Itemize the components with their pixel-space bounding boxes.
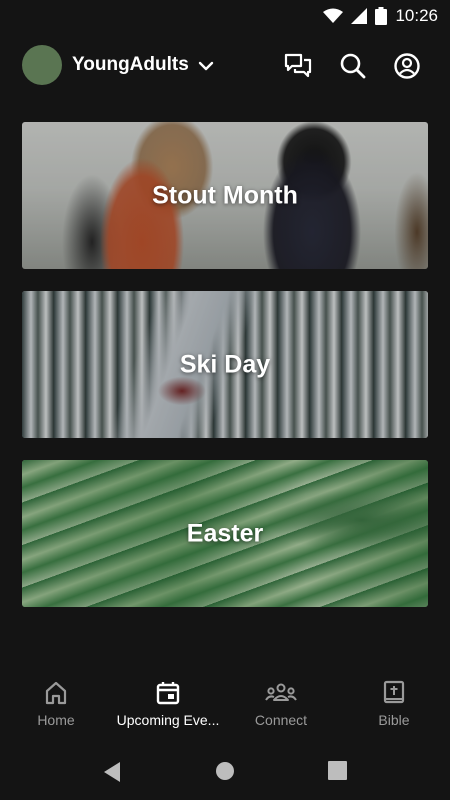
event-card[interactable]: Easter <box>22 460 428 607</box>
chevron-down-icon[interactable] <box>196 56 216 76</box>
system-nav-bar <box>0 742 450 800</box>
nav-home[interactable]: Home <box>0 680 112 728</box>
event-title: Ski Day <box>179 350 271 378</box>
wifi-icon <box>323 8 344 23</box>
group-avatar[interactable] <box>22 45 62 85</box>
battery-icon <box>375 7 388 25</box>
home-icon <box>45 681 67 705</box>
bible-icon <box>383 680 405 704</box>
nav-upcoming-label: Upcoming Eve... <box>116 712 220 728</box>
group-name[interactable]: YoungAdults <box>72 54 189 76</box>
event-card[interactable]: Stout Month <box>22 122 428 269</box>
account-icon[interactable] <box>393 52 421 80</box>
recents-button[interactable] <box>328 761 347 780</box>
chat-icon[interactable] <box>284 52 312 80</box>
back-button[interactable] <box>102 761 122 783</box>
event-card[interactable]: Ski Day <box>22 291 428 438</box>
status-bar: 10:26 <box>0 0 450 32</box>
status-time: 10:26 <box>395 6 438 25</box>
nav-home-label: Home <box>37 712 75 728</box>
home-button[interactable] <box>215 761 235 781</box>
app-header: YoungAdults <box>0 42 450 90</box>
nav-bible[interactable]: Bible <box>338 680 450 728</box>
group-icon <box>265 683 297 701</box>
calendar-icon <box>156 682 180 705</box>
bottom-nav: Home Upcoming Eve... Connect Bible <box>0 672 450 742</box>
event-title: Stout Month <box>152 181 298 209</box>
event-title: Easter <box>186 519 264 547</box>
signal-icon <box>351 8 368 24</box>
nav-bible-label: Bible <box>378 712 410 728</box>
nav-upcoming-events[interactable]: Upcoming Eve... <box>112 680 224 728</box>
nav-connect[interactable]: Connect <box>225 680 337 728</box>
search-icon[interactable] <box>339 52 367 80</box>
nav-connect-label: Connect <box>254 712 308 728</box>
